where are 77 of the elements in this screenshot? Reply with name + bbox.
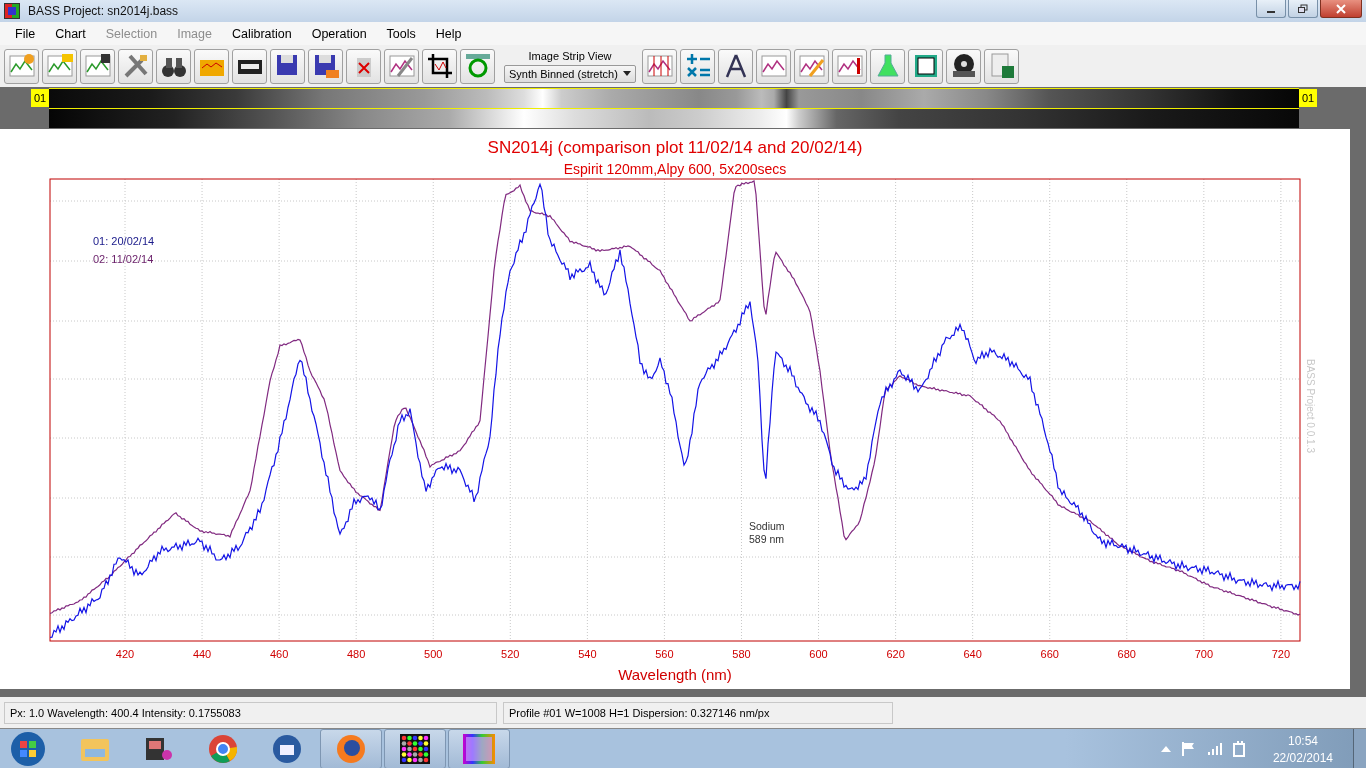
tick-label: 680 [1117,648,1136,660]
wrench-graph-icon [387,52,416,80]
strip-label: 01 [1299,89,1317,107]
refresh-button[interactable] [460,48,495,84]
minimize-button[interactable] [1256,0,1286,18]
status-text: Profile #01 W=1008 H=1 Dispersion: 0.327146 nm/px [503,701,893,724]
math-symbols-button[interactable] [680,48,715,84]
tick-label: 460 [269,648,289,660]
chart-subtitle: Espirit 120mm,Alpy 600, 5x200secs [563,161,787,177]
crop-icon [425,52,454,80]
floppy-disk-button[interactable] [270,48,305,84]
tick-label: 440 [192,648,212,660]
bar-graph-button[interactable] [642,48,677,84]
annotation-text: 589 nm [749,533,785,545]
excel-export-button[interactable] [984,48,1019,84]
text-card-button[interactable] [908,48,943,84]
tick-label: 480 [347,648,366,660]
menu-item[interactable]: Chart [45,26,96,41]
clock-date: 22/02/2014 [1272,750,1333,765]
tick-label: 660 [1040,648,1059,660]
graph-thermometer-button[interactable] [832,48,867,84]
wrench-graph-button[interactable] [384,48,419,84]
menu-item[interactable]: Calibration [221,26,302,41]
crop-button[interactable] [422,48,457,84]
status-text: Px: 1.0 Wavelength: 400.4 Intensity: 0.1755083 [4,701,497,724]
trash-can-button[interactable] [346,48,381,84]
tick-label: 720 [1271,648,1291,660]
grid-app-taskbar-icon[interactable] [384,729,446,768]
chart-title: SN2014j (comparison plot 11/02/14 and 20/02/14) [487,138,863,157]
tick-label: 560 [655,648,674,660]
tick-label: 580 [732,648,751,660]
chart-gear-button[interactable] [4,48,39,84]
chart-disk-button[interactable] [80,48,115,84]
menu-item[interactable]: Help [425,26,472,41]
tick-label: 700 [1194,648,1213,660]
tick-label: 620 [886,648,905,660]
tick-label: 500 [424,648,443,660]
minimize-icon [1267,10,1275,13]
annotation-text: Sodium [749,520,785,532]
tick-label: 520 [501,648,520,660]
graph-thermometer-icon [835,52,864,80]
chart-gear-icon [7,52,36,80]
tick-label: 420 [115,648,135,660]
floppy-disk-1d-button[interactable] [308,48,343,84]
legend-entry: 01: 20/02/14 [93,235,155,247]
close-icon [1335,3,1347,14]
close-button[interactable] [1320,0,1362,18]
tools-button[interactable] [118,48,153,84]
strip-label: 01 [31,89,49,107]
reference-graph-icon [759,52,788,80]
caret-icon [623,71,631,76]
clock-time: 10:54 [1287,733,1318,748]
strip-view-label: Image Strip View [528,49,612,62]
legend-entry: 02: 11/02/14 [93,253,154,265]
restore-icon [1297,3,1309,14]
menu-item[interactable]: File [5,26,46,41]
graph-pencil-button[interactable] [794,48,829,84]
app-icon [4,3,20,19]
tick-label: 640 [963,648,982,660]
compass-button[interactable] [718,48,753,84]
reference-graph-button[interactable] [756,48,791,84]
bar-graph-icon [645,52,674,80]
graph-pencil-icon [797,52,826,80]
film-reel-button[interactable] [946,48,981,84]
menu-item[interactable]: Tools [376,26,426,41]
axis-label: Wavelength (nm) [618,666,732,683]
chart-folder-icon [45,52,74,80]
start-button[interactable] [10,731,46,767]
film-strip-button[interactable] [232,48,267,84]
strip-view-dropdown[interactable]: Synth Binned (stretch) [504,64,636,83]
binoculars-button[interactable] [156,48,191,84]
tick-label: 540 [578,648,597,660]
window-title: BASS Project: sn2014j.bass [28,4,179,18]
spectrum-app-taskbar-icon[interactable] [448,729,510,768]
tick-label: 600 [809,648,828,660]
restore-button[interactable] [1288,0,1318,18]
menu-item[interactable]: Operation [301,26,377,41]
